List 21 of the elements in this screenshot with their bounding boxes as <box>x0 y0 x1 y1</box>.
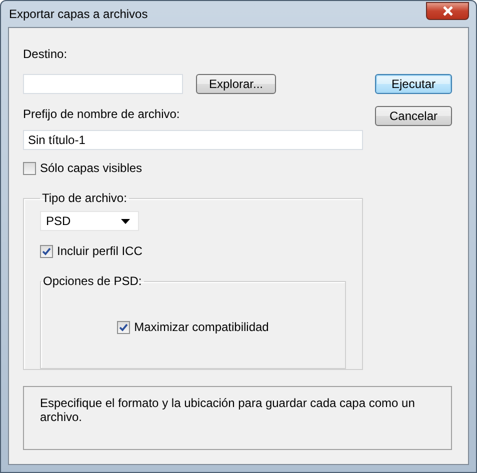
run-button[interactable]: Ejecutar <box>375 74 452 94</box>
prefix-field[interactable]: Sin título-1 <box>23 130 363 150</box>
cancel-button[interactable]: Cancelar <box>375 106 452 126</box>
group-legend: Tipo de archivo: <box>40 190 129 206</box>
file-type-dropdown[interactable]: PSD <box>40 211 139 231</box>
checkbox-label[interactable]: Incluir perfil ICC <box>57 244 142 258</box>
checkbox[interactable] <box>117 320 130 334</box>
close-button[interactable] <box>426 2 469 20</box>
destination-field[interactable] <box>23 74 183 94</box>
checkbox[interactable] <box>40 244 53 258</box>
browse-button[interactable]: Explorar... <box>196 74 276 94</box>
window-title: Exportar capas a archivos <box>8 7 148 21</box>
checkbox[interactable] <box>23 162 36 174</box>
group-legend: Opciones de PSD: <box>41 273 144 289</box>
caret-icon <box>121 218 130 224</box>
field-label: Destino: <box>23 46 68 62</box>
close-icon <box>442 6 454 16</box>
checkbox-label[interactable]: Sólo capas visibles <box>40 161 142 175</box>
field-label: Prefijo de nombre de archivo: <box>23 106 180 122</box>
checkbox-label[interactable]: Maximizar compatibilidad <box>134 320 269 334</box>
description-text: Especifique el formato y la ubicación para guardar cada capa como un archivo. <box>40 396 416 424</box>
